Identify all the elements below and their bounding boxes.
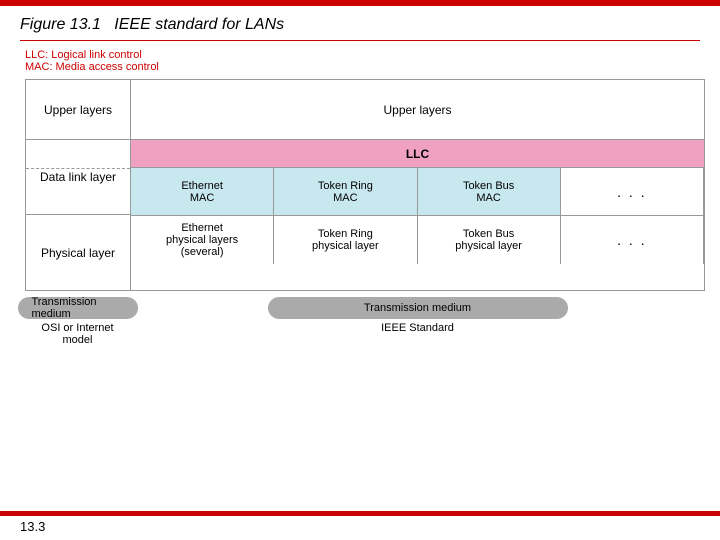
label-ieee: IEEE Standard <box>130 322 705 346</box>
phys-cell-ethernet: Ethernetphysical layers(several) <box>131 216 274 264</box>
transmission-row: Transmission medium Transmission medium <box>25 297 705 319</box>
osi-physical-label: Physical layer <box>41 246 115 260</box>
page-number: 13.3 <box>20 519 45 534</box>
mac-cell-token-bus: Token BusMAC <box>418 168 561 215</box>
ieee-physical-row: Ethernetphysical layers(several) Token R… <box>131 216 704 264</box>
mac-legend: MAC: Media access control <box>25 61 695 73</box>
ieee-llc-row: LLC <box>131 140 704 168</box>
title-divider <box>20 40 700 41</box>
dashed-line-1 <box>26 168 130 169</box>
llc-legend: LLC: Logical link control <box>25 49 695 61</box>
phys-cell-token-ring: Token Ringphysical layer <box>274 216 417 264</box>
ieee-column: Upper layers LLC EthernetMAC Token RingM… <box>131 80 704 290</box>
trans-pill-right: Transmission medium <box>268 297 568 319</box>
phys-cell-dots: . . . <box>561 216 704 264</box>
trans-left-label: Transmission medium <box>32 296 124 320</box>
osi-physical: Physical layer <box>26 215 130 290</box>
bottom-bar <box>0 511 720 516</box>
labels-row: OSI or Internet model IEEE Standard <box>25 322 705 346</box>
figure-title: Figure 13.1 IEEE standard for LANs <box>20 16 700 34</box>
trans-right: Transmission medium <box>130 297 705 319</box>
label-osi: OSI or Internet model <box>25 322 130 346</box>
osi-data-link-label: Data link layer <box>40 170 116 184</box>
content-area: Figure 13.1 IEEE standard for LANs LLC: … <box>0 6 720 356</box>
trans-right-label: Transmission medium <box>364 302 471 314</box>
ieee-upper-layers: Upper layers <box>131 80 704 140</box>
trans-left: Transmission medium <box>25 297 130 319</box>
main-diagram: Upper layers Data link layer Physical la… <box>25 79 705 291</box>
osi-data-link: Data link layer <box>26 140 130 215</box>
legend: LLC: Logical link control MAC: Media acc… <box>25 49 695 73</box>
mac-cell-ethernet: EthernetMAC <box>131 168 274 215</box>
figure-number: Figure 13.1 <box>20 16 101 33</box>
ieee-mac-row: EthernetMAC Token RingMAC Token BusMAC .… <box>131 168 704 216</box>
mac-cell-token-ring: Token RingMAC <box>274 168 417 215</box>
mac-cell-dots: . . . <box>561 168 704 215</box>
osi-upper-layers: Upper layers <box>26 80 130 140</box>
diagram-area: LLC: Logical link control MAC: Media acc… <box>20 49 700 346</box>
figure-subtitle: IEEE standard for LANs <box>114 16 284 33</box>
osi-column: Upper layers Data link layer Physical la… <box>26 80 131 290</box>
phys-cell-token-bus: Token Busphysical layer <box>418 216 561 264</box>
trans-pill-left: Transmission medium <box>18 297 138 319</box>
